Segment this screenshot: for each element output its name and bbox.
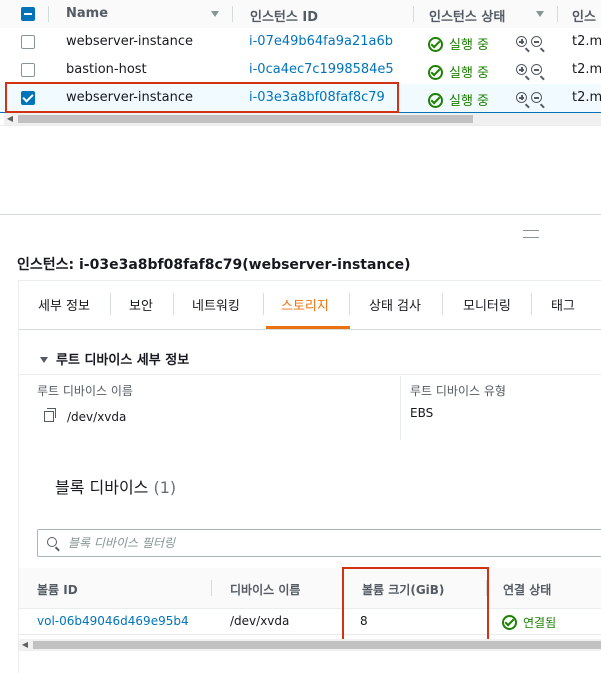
zoom-controls[interactable] bbox=[516, 64, 546, 79]
volumes-horizontal-scrollbar[interactable]: ◀ bbox=[19, 639, 601, 651]
scrollbar-thumb[interactable] bbox=[33, 641, 601, 649]
instance-state-label: 실행 중 bbox=[449, 66, 490, 81]
row-checkbox[interactable] bbox=[21, 63, 35, 77]
tab-networking[interactable]: 네트워킹 bbox=[192, 295, 240, 314]
scroll-left-arrow-icon[interactable]: ◀ bbox=[19, 639, 31, 651]
zoom-in-icon[interactable] bbox=[516, 92, 527, 103]
sort-caret-icon[interactable] bbox=[211, 11, 219, 17]
zoom-controls[interactable] bbox=[516, 36, 546, 51]
tab-separator bbox=[173, 293, 174, 315]
table-row[interactable]: bastion-host i-0ca4ec7c1998584e5 실행 중 t2… bbox=[0, 56, 601, 85]
tab-separator bbox=[442, 293, 443, 315]
success-check-icon bbox=[428, 65, 443, 80]
column-header-device-name[interactable]: 디바이스 이름 bbox=[230, 581, 300, 598]
column-header-instance-id[interactable]: 인스턴스 ID bbox=[250, 6, 318, 25]
instance-type: t2.mi bbox=[572, 90, 601, 105]
block-devices-count: (1) bbox=[153, 478, 177, 497]
row-checkbox[interactable] bbox=[21, 35, 35, 49]
divider bbox=[0, 125, 601, 126]
resize-grip-icon[interactable] bbox=[523, 230, 539, 238]
table-horizontal-scrollbar[interactable]: ◀ bbox=[4, 113, 601, 125]
column-separator bbox=[557, 6, 558, 22]
root-device-type-value: EBS bbox=[410, 406, 434, 420]
instance-state: 실행 중 bbox=[428, 34, 489, 53]
detail-panel-title: 인스턴스: i-03e3a8bf08faf8c79(webserver-inst… bbox=[17, 257, 411, 273]
tab-separator bbox=[349, 293, 350, 315]
zoom-out-icon[interactable] bbox=[531, 64, 542, 75]
volume-device-name: /dev/xvda bbox=[230, 614, 290, 628]
column-separator bbox=[232, 6, 233, 22]
tab-storage[interactable]: 스토리지 bbox=[281, 295, 329, 314]
tab-separator bbox=[263, 293, 264, 315]
column-separator bbox=[211, 580, 212, 596]
table-row[interactable]: vol-06b49046d469e95b4 /dev/xvda 8 연결됨 bbox=[19, 608, 601, 635]
column-separator bbox=[48, 6, 49, 22]
block-device-filter-input[interactable]: 블록 디바이스 필터링 bbox=[37, 529, 601, 557]
success-check-icon bbox=[502, 615, 517, 630]
root-device-section-title: 루트 디바이스 세부 정보 bbox=[56, 353, 190, 368]
volume-id-link[interactable]: vol-06b49046d469e95b4 bbox=[37, 614, 189, 628]
scroll-left-arrow-icon[interactable]: ◀ bbox=[4, 113, 16, 125]
tab-security[interactable]: 보안 bbox=[129, 295, 153, 314]
attachment-status: 연결됨 bbox=[502, 614, 556, 631]
select-all-checkbox[interactable] bbox=[21, 7, 35, 21]
highlight-box-selected-row bbox=[5, 82, 399, 113]
attachment-status-label: 연결됨 bbox=[523, 616, 557, 630]
tab-status-checks[interactable]: 상태 검사 bbox=[369, 295, 421, 314]
root-device-name-value: /dev/xvda bbox=[67, 410, 127, 424]
instance-id-link[interactable]: i-07e49b64fa9a21a6b bbox=[249, 34, 393, 49]
volumes-table-header: 볼륨 ID 디바이스 이름 볼륨 크기(GiB) 연결 상태 bbox=[19, 568, 601, 609]
instance-state-label: 실행 중 bbox=[449, 94, 490, 109]
tab-tags[interactable]: 태그 bbox=[551, 295, 575, 314]
success-check-icon bbox=[428, 37, 443, 52]
tab-monitoring[interactable]: 모니터링 bbox=[463, 295, 511, 314]
tab-details[interactable]: 세부 정보 bbox=[38, 295, 90, 314]
instance-state: 실행 중 bbox=[428, 90, 489, 109]
scrollbar-thumb[interactable] bbox=[18, 115, 473, 123]
table-row[interactable]: webserver-instance i-07e49b64fa9a21a6b 실… bbox=[0, 28, 601, 57]
copy-icon[interactable] bbox=[44, 408, 56, 422]
root-device-section-toggle[interactable]: 루트 디바이스 세부 정보 bbox=[40, 349, 189, 368]
instance-type: t2.mi bbox=[572, 34, 601, 49]
instance-type: t2.mi bbox=[572, 62, 601, 77]
tab-separator bbox=[531, 293, 532, 315]
column-divider bbox=[400, 376, 401, 440]
instances-table-header: Name 인스턴스 ID 인스턴스 상태 인스 bbox=[0, 0, 601, 29]
zoom-controls[interactable] bbox=[516, 92, 546, 107]
column-header-attachment-status[interactable]: 연결 상태 bbox=[503, 581, 551, 598]
filter-placeholder: 블록 디바이스 필터링 bbox=[68, 536, 175, 550]
column-header-name[interactable]: Name bbox=[66, 6, 108, 21]
instance-id-link[interactable]: i-0ca4ec7c1998584e5 bbox=[249, 62, 394, 77]
detail-tabs: 세부 정보 보안 네트워킹 스토리지 상태 검사 모니터링 태그 bbox=[18, 280, 601, 330]
column-header-instance-type[interactable]: 인스 bbox=[572, 6, 596, 25]
block-devices-heading: 블록 디바이스 (1) bbox=[55, 474, 176, 498]
root-device-type-label: 루트 디바이스 유형 bbox=[410, 384, 506, 398]
sort-caret-icon[interactable] bbox=[536, 11, 544, 17]
zoom-in-icon[interactable] bbox=[516, 36, 527, 47]
instance-state: 실행 중 bbox=[428, 62, 489, 81]
block-devices-title: 블록 디바이스 bbox=[55, 478, 149, 497]
column-header-volume-id[interactable]: 볼륨 ID bbox=[37, 581, 78, 598]
instance-name: bastion-host bbox=[66, 62, 147, 77]
zoom-out-icon[interactable] bbox=[531, 92, 542, 103]
divider bbox=[19, 374, 601, 375]
zoom-out-icon[interactable] bbox=[531, 36, 542, 47]
highlight-box-volume-size bbox=[342, 567, 489, 641]
column-separator bbox=[413, 6, 414, 22]
tab-separator bbox=[110, 293, 111, 315]
root-device-name-label: 루트 디바이스 이름 bbox=[37, 384, 133, 398]
caret-down-icon[interactable] bbox=[40, 357, 48, 363]
instance-state-label: 실행 중 bbox=[449, 38, 490, 53]
instance-name: webserver-instance bbox=[66, 34, 193, 49]
search-icon bbox=[47, 537, 57, 547]
success-check-icon bbox=[428, 93, 443, 108]
zoom-in-icon[interactable] bbox=[516, 64, 527, 75]
column-header-instance-state[interactable]: 인스턴스 상태 bbox=[429, 6, 505, 25]
split-panel-border bbox=[0, 214, 601, 215]
